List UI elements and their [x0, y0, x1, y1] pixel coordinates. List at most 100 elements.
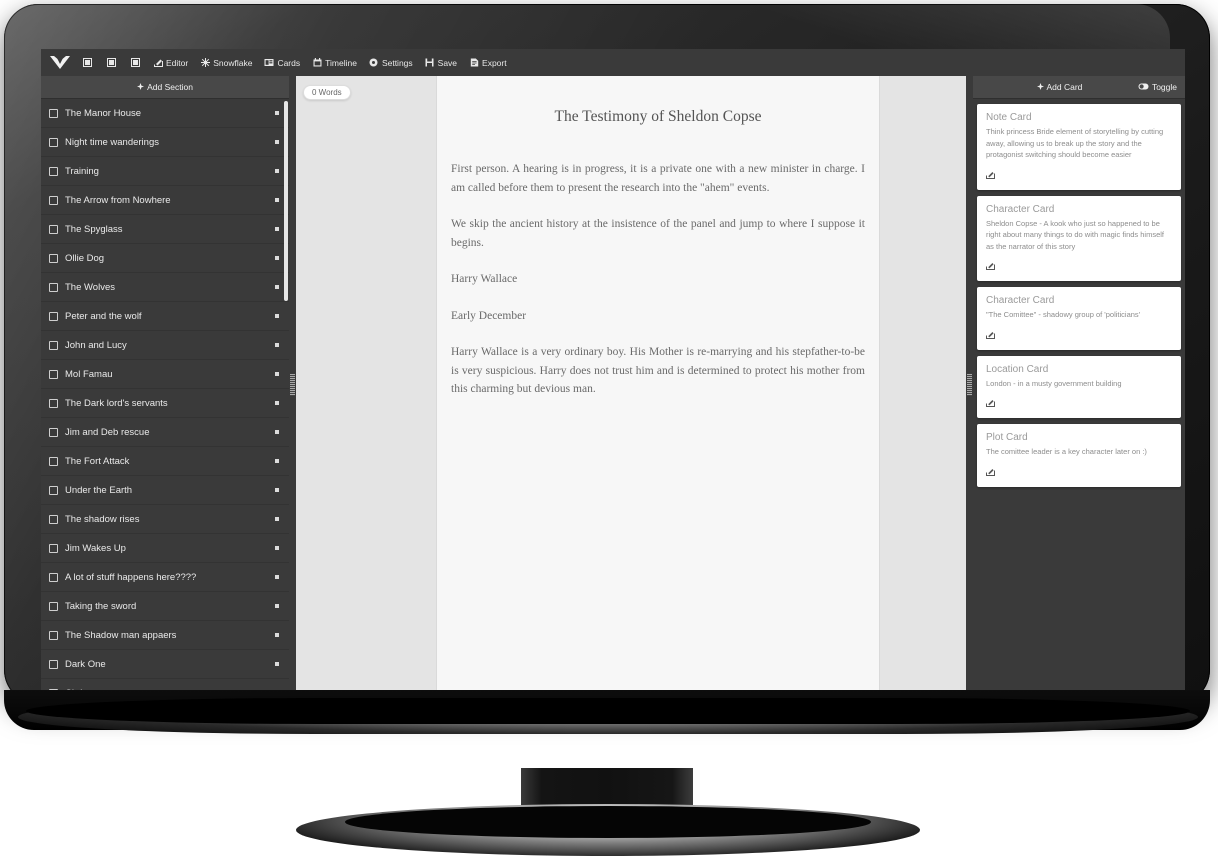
section-drag-handle-icon[interactable]	[275, 285, 279, 289]
section-checkbox[interactable]	[49, 601, 58, 611]
story-card[interactable]: Location Card London - in a musty governm…	[977, 355, 1181, 418]
section-drag-handle-icon[interactable]	[275, 430, 279, 434]
sidebar-section-item[interactable]: Under the Earth	[41, 476, 289, 505]
edit-square-icon[interactable]	[986, 330, 995, 341]
section-drag-handle-icon[interactable]	[275, 169, 279, 173]
section-drag-handle-icon[interactable]	[275, 633, 279, 637]
section-drag-handle-icon[interactable]	[275, 401, 279, 405]
sidebar-section-item[interactable]: The Shadow man appaers	[41, 621, 289, 650]
story-card[interactable]: Character Card Sheldon Copse - A kook who…	[977, 195, 1181, 281]
section-checkbox[interactable]	[49, 427, 58, 437]
sidebar-section-item[interactable]: The shadow rises	[41, 505, 289, 534]
layout-center-icon[interactable]	[99, 49, 123, 76]
section-checkbox[interactable]	[49, 485, 58, 495]
toggle-cards-button[interactable]: Toggle	[1138, 82, 1177, 92]
section-checkbox[interactable]	[49, 253, 58, 263]
sidebar-section-item[interactable]: Training	[41, 157, 289, 186]
sidebar-section-item[interactable]: The Arrow from Nowhere	[41, 186, 289, 215]
section-drag-handle-icon[interactable]	[275, 256, 279, 260]
section-label: The Arrow from Nowhere	[65, 194, 171, 206]
sidebar-section-item[interactable]: The Fort Attack	[41, 447, 289, 476]
section-drag-handle-icon[interactable]	[275, 604, 279, 608]
section-checkbox[interactable]	[49, 224, 58, 234]
section-checkbox[interactable]	[49, 195, 58, 205]
document-body[interactable]: First person. A hearing is in progress, …	[451, 160, 865, 399]
cards-list[interactable]: Note Card Think princess Bride element of…	[973, 99, 1185, 694]
section-drag-handle-icon[interactable]	[275, 140, 279, 144]
card-title: Note Card	[986, 112, 1032, 123]
section-checkbox[interactable]	[49, 543, 58, 553]
toolbar-item-editor[interactable]: Editor	[147, 49, 194, 76]
sidebar-section-item[interactable]: Jim Wakes Up	[41, 534, 289, 563]
sidebar-resize-handle[interactable]	[289, 76, 296, 694]
edit-square-icon[interactable]	[986, 398, 995, 409]
section-drag-handle-icon[interactable]	[275, 488, 279, 492]
edit-square-icon[interactable]	[986, 170, 995, 181]
story-card[interactable]: Character Card "The Comittee" - shadowy g…	[977, 287, 1181, 350]
toolbar-label-editor: Editor	[166, 57, 189, 68]
butterfly-logo-icon[interactable]	[45, 56, 75, 69]
cards-resize-handle[interactable]	[966, 76, 973, 694]
section-label: The Manor House	[65, 107, 142, 119]
add-card-button[interactable]: Add Card	[1036, 82, 1083, 92]
story-card[interactable]: Plot Card The comittee leader is a key ch…	[977, 424, 1181, 487]
section-drag-handle-icon[interactable]	[275, 314, 279, 318]
sidebar-section-item[interactable]: Taking the sword	[41, 592, 289, 621]
layout-right-icon[interactable]	[123, 49, 147, 76]
sidebar-section-item[interactable]: Ollie Dog	[41, 244, 289, 273]
section-checkbox[interactable]	[49, 369, 58, 379]
toolbar-item-snowflake[interactable]: Snowflake	[194, 49, 258, 76]
toolbar-item-settings[interactable]: Settings	[363, 49, 419, 76]
section-checkbox[interactable]	[49, 630, 58, 640]
section-checkbox[interactable]	[49, 514, 58, 524]
section-checkbox[interactable]	[49, 108, 58, 118]
section-checkbox[interactable]	[49, 282, 58, 292]
toolbar-item-cards[interactable]: Cards	[258, 49, 306, 76]
section-checkbox[interactable]	[49, 311, 58, 321]
section-label: John and Lucy	[65, 339, 127, 351]
sidebar-section-item[interactable]: The Wolves	[41, 273, 289, 302]
section-drag-handle-icon[interactable]	[275, 662, 279, 666]
section-checkbox[interactable]	[49, 572, 58, 582]
sidebar-scrollbar[interactable]	[284, 101, 288, 301]
section-drag-handle-icon[interactable]	[275, 575, 279, 579]
document-paragraph: Harry Wallace is a very ordinary boy. Hi…	[451, 346, 865, 395]
section-checkbox[interactable]	[49, 137, 58, 147]
section-checkbox[interactable]	[49, 166, 58, 176]
layout-left-icon[interactable]	[75, 49, 99, 76]
toolbar-item-save[interactable]: Save	[419, 49, 463, 76]
sidebar-section-item[interactable]: John and Lucy	[41, 331, 289, 360]
section-drag-handle-icon[interactable]	[275, 111, 279, 115]
card-body: Sheldon Copse - A kook who just so happe…	[986, 218, 1165, 251]
sections-list[interactable]: The Manor House Night time wanderings Trai…	[41, 99, 289, 694]
edit-square-icon[interactable]	[986, 467, 995, 478]
section-drag-handle-icon[interactable]	[275, 343, 279, 347]
sidebar-section-item[interactable]: The Manor House	[41, 99, 289, 128]
add-card-label: Add Card	[1046, 82, 1083, 92]
section-drag-handle-icon[interactable]	[275, 517, 279, 521]
section-drag-handle-icon[interactable]	[275, 372, 279, 376]
sidebar-section-item[interactable]: The Dark lord's servants	[41, 389, 289, 418]
add-section-button[interactable]: Add Section	[41, 76, 289, 99]
card-body: Think princess Bride element of storytel…	[986, 127, 1164, 159]
sidebar-section-item[interactable]: Mol Famau	[41, 360, 289, 389]
toolbar-item-export[interactable]: Export	[463, 49, 513, 76]
sidebar-section-item[interactable]: Dark One	[41, 650, 289, 679]
section-checkbox[interactable]	[49, 398, 58, 408]
sidebar-section-item[interactable]: Jim and Deb rescue	[41, 418, 289, 447]
sidebar-section-item[interactable]: Peter and the wolf	[41, 302, 289, 331]
section-drag-handle-icon[interactable]	[275, 459, 279, 463]
section-drag-handle-icon[interactable]	[275, 198, 279, 202]
toolbar-item-timeline[interactable]: Timeline	[306, 49, 363, 76]
manuscript-page[interactable]: The Testimony of Sheldon Copse First per…	[436, 76, 880, 694]
edit-square-icon[interactable]	[986, 261, 995, 272]
section-checkbox[interactable]	[49, 659, 58, 669]
sidebar-section-item[interactable]: Night time wanderings	[41, 128, 289, 157]
story-card[interactable]: Note Card Think princess Bride element of…	[977, 104, 1181, 190]
sidebar-section-item[interactable]: A lot of stuff happens here????	[41, 563, 289, 592]
section-checkbox[interactable]	[49, 340, 58, 350]
section-drag-handle-icon[interactable]	[275, 546, 279, 550]
sidebar-section-item[interactable]: The Spyglass	[41, 215, 289, 244]
section-drag-handle-icon[interactable]	[275, 227, 279, 231]
section-checkbox[interactable]	[49, 456, 58, 466]
